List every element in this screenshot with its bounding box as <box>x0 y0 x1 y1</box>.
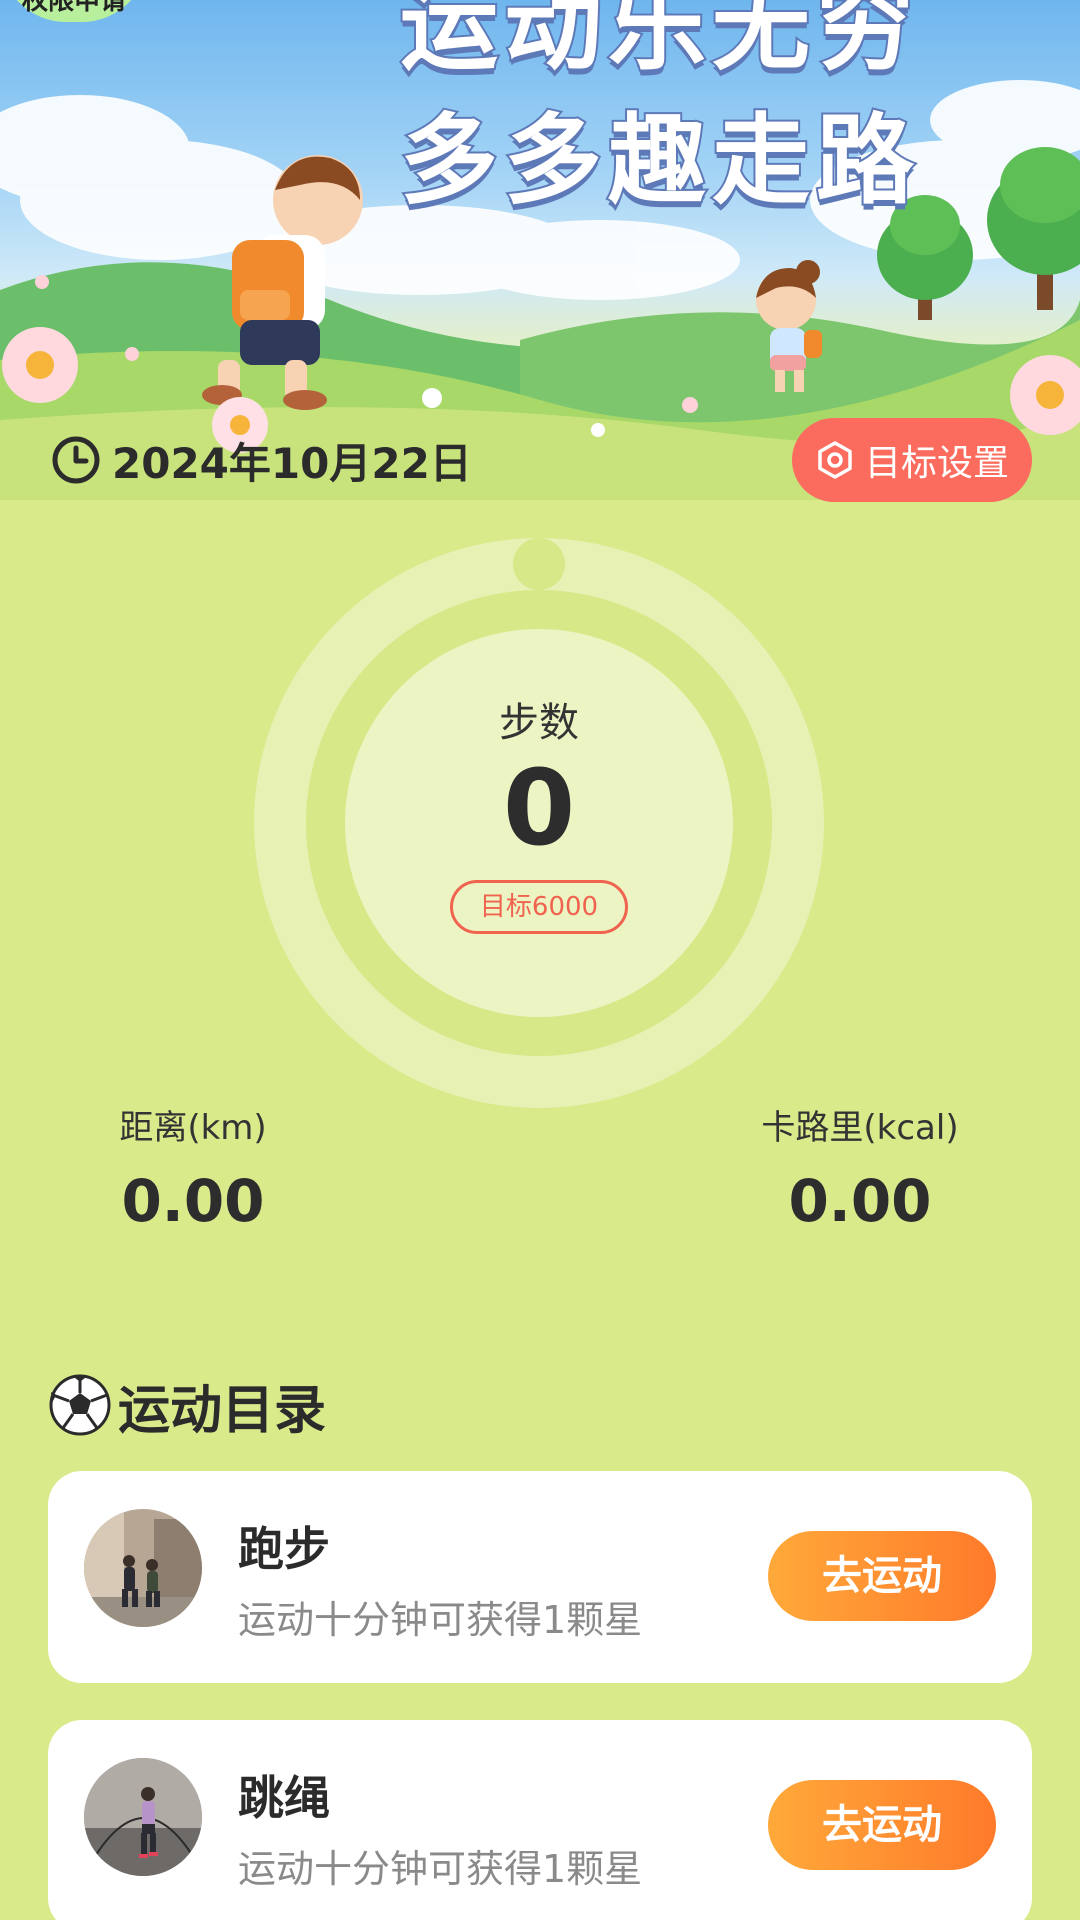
steps-goal-badge: 目标6000 <box>450 880 628 934</box>
step-progress-ring: 步数 0 目标6000 <box>254 538 824 1108</box>
start-exercise-button[interactable]: 去运动 <box>768 1531 996 1621</box>
hero-title-line-2: 多多趣走路 <box>398 104 920 218</box>
jump-rope-avatar <box>84 1758 202 1876</box>
exercise-name: 跑步 <box>238 1522 330 1576</box>
exercise-reward-desc: 运动十分钟可获得1颗星 <box>238 1847 643 1891</box>
running-avatar <box>84 1509 202 1627</box>
soccer-ball-icon <box>49 1374 111 1436</box>
exercise-catalog-title: 运动目录 <box>48 1370 327 1441</box>
exercise-card-running: 跑步 运动十分钟可获得1颗星 去运动 <box>48 1471 1032 1683</box>
exercise-name: 跳绳 <box>238 1771 330 1825</box>
distance-value: 0.00 <box>121 1167 265 1235</box>
goal-settings-label: 目标设置 <box>864 443 1009 484</box>
distance-label: 距离(km) <box>119 1108 267 1148</box>
exercise-reward-desc: 运动十分钟可获得1颗星 <box>238 1598 643 1642</box>
calories-stat: 卡路里(kcal) 0.00 <box>730 1100 990 1235</box>
exercise-catalog-label: 运动目录 <box>118 1380 327 1441</box>
goal-settings-button[interactable]: 目标设置 <box>792 418 1032 502</box>
exercise-card-jump-rope: 跳绳 运动十分钟可获得1颗星 去运动 <box>48 1720 1032 1920</box>
distance-stat: 距离(km) 0.00 <box>63 1100 323 1235</box>
hero-title-line-1: 运动乐无穷 <box>398 0 920 84</box>
progress-knob <box>513 538 565 590</box>
clock-icon <box>52 436 100 484</box>
calories-label: 卡路里(kcal) <box>761 1108 959 1148</box>
steps-value: 0 <box>502 747 576 869</box>
date-display: 2024年10月22日 <box>50 432 472 488</box>
steps-label: 步数 <box>499 700 579 746</box>
start-exercise-button[interactable]: 去运动 <box>768 1780 996 1870</box>
date-text: 2024年10月22日 <box>112 438 472 488</box>
settings-hexagon-icon <box>818 441 852 479</box>
calories-value: 0.00 <box>788 1167 932 1235</box>
